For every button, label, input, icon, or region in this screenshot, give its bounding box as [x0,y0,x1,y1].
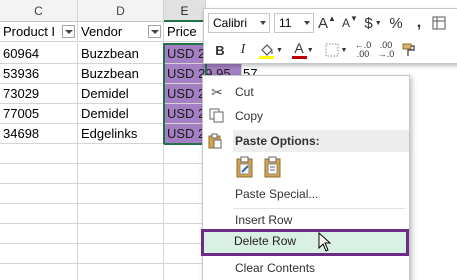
header-cell-price[interactable]: Price [164,22,206,42]
paste-options-label: Paste Options: [235,134,320,148]
paint-bucket-icon [261,44,273,56]
menu-item-copy[interactable]: Copy [209,105,409,127]
accounting-format-button[interactable]: $ ▼ [363,13,383,33]
font-size-combo[interactable]: 11 [274,13,314,33]
selection-outline [163,43,207,145]
grow-font-button[interactable]: A ▲ [317,13,337,33]
paste-values-icon-button[interactable] [233,155,257,179]
italic-button[interactable]: I [233,40,253,60]
format-painter-button[interactable] [399,40,419,60]
mouse-pointer-icon [318,232,332,252]
shrink-font-button[interactable]: A ▼ [340,13,360,33]
paste-options-header: Paste Options: [208,130,409,152]
paste-formatting-icon [236,156,253,178]
menu-item-clear-contents[interactable]: Clear Contents [233,257,409,279]
borders-icon [325,43,339,57]
grid-row-empty [0,204,206,224]
chevron-down-icon: ▼ [276,46,283,54]
decrease-decimal-icon-bottom: .00 [356,49,370,59]
bold-button[interactable]: B [210,40,230,60]
chevron-down-icon: ▼ [306,46,314,54]
menu-label-copy: Copy [235,109,264,123]
caret-down-icon: ▼ [350,13,358,23]
menu-item-paste-special[interactable]: Paste Special... [233,183,409,205]
header-label-vendor: Vendor [81,24,123,39]
copy-icon [209,108,225,124]
mini-toolbar: Calibri 11 A ▲ A ▼ $ ▼ % , B I ▼ A ▼ ▼ ←… [203,8,457,64]
header-cell-vendor[interactable]: Vendor [78,22,164,42]
header-cell-product-id[interactable]: Product I [0,22,78,42]
currency-icon: $ [364,14,373,32]
font-name-value: Calibri [213,16,248,30]
grow-font-icon: A [318,14,329,32]
borders-button[interactable]: ▼ [322,40,350,60]
percent-style-button[interactable]: % [386,13,406,33]
chevron-down-icon: ▼ [340,46,348,54]
cell-product-id[interactable]: 60964 [0,44,78,64]
chevron-down-icon [260,21,266,25]
paste-icon [264,156,281,178]
cell-vendor[interactable]: Buzzbean [78,64,164,84]
decrease-decimal-button[interactable]: ←.0.00 [353,40,373,60]
format-cells-icon[interactable] [432,13,446,33]
font-color-icon: A [294,40,304,56]
cell-product-id[interactable]: 34698 [0,124,78,144]
cell-product-id[interactable]: 53936 [0,64,78,84]
cell-product-id[interactable]: 77005 [0,104,78,124]
menu-label-delete-row: Delete Row [234,234,297,248]
chevron-down-icon: ▼ [374,19,382,27]
grid-col-line [77,144,78,280]
font-name-combo[interactable]: Calibri [208,13,270,33]
column-header-e[interactable]: E [164,0,206,22]
comma-style-button[interactable]: , [409,13,429,33]
caret-up-icon: ▲ [328,13,336,23]
font-color-button[interactable]: A ▼ [289,40,319,60]
cell-vendor[interactable]: Demidel [78,84,164,104]
menu-label-clear-contents: Clear Contents [235,261,316,275]
menu-item-cut[interactable]: ✂ Cut [211,81,409,103]
filter-dropdown-icon[interactable] [148,25,161,38]
cell-vendor[interactable]: Demidel [78,104,164,124]
grid-row-empty [0,244,206,264]
menu-label-cut: Cut [235,85,254,99]
grid-row-empty [0,224,206,244]
grid-row-empty [0,144,206,164]
scissors-icon: ✂ [211,84,223,100]
menu-label-insert-row: Insert Row [235,213,293,227]
chevron-down-icon [304,21,310,25]
font-size-value: 11 [279,16,292,30]
column-header-c[interactable]: C [0,0,78,22]
increase-decimal-icon-bottom: →.0 [377,49,395,59]
cell-vendor[interactable]: Buzzbean [78,44,164,64]
fill-color-bar [259,56,274,59]
cell-vendor[interactable]: Edgelinks [78,124,164,144]
font-color-bar [292,56,307,59]
column-header-d[interactable]: D [78,0,164,22]
filter-dropdown-icon[interactable] [62,25,75,38]
paste-icon-button[interactable] [261,155,285,179]
clipboard-icon [207,133,223,156]
menu-item-delete-row[interactable]: Delete Row [201,229,409,256]
highlight-fill-button[interactable]: ▼ [256,40,286,60]
grid-row-empty [0,164,206,184]
grid-row-empty [0,184,206,204]
shrink-font-icon: A [342,16,351,30]
cell-product-id[interactable]: 73029 [0,84,78,104]
menu-item-insert-row[interactable]: Insert Row [233,209,409,231]
grid-col-line [163,144,164,280]
header-label-product-id: Product I [3,24,56,39]
menu-label-paste-special: Paste Special... [235,187,319,201]
header-label-price: Price [167,24,197,39]
format-painter-icon [402,43,415,56]
increase-decimal-button[interactable]: .00 →.0 [376,40,396,60]
